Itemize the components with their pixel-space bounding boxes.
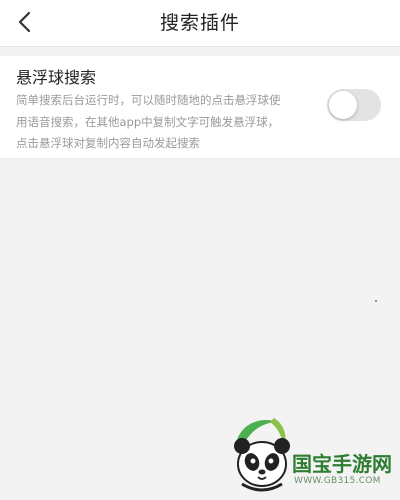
- watermark-brand: 国宝手游网: [292, 452, 392, 476]
- section-spacer: [0, 47, 400, 56]
- navigation-bar: 搜索插件: [0, 0, 400, 47]
- setting-description-line: 简单搜索后台运行时，可以随时随地的点击悬浮球使: [16, 93, 281, 107]
- floating-ball-toggle[interactable]: [327, 89, 381, 121]
- setting-description: 简单搜索后台运行时，可以随时随地的点击悬浮球使 用语音搜索，在其他app中复制文…: [16, 90, 316, 155]
- setting-description-line: 用语音搜索，在其他app中复制文字可触发悬浮球，: [16, 114, 280, 129]
- panda-logo-icon: [234, 418, 290, 492]
- toggle-knob: [329, 91, 357, 119]
- watermark: 国宝手游网 WWW.GB315.COM: [222, 414, 400, 500]
- page-title: 搜索插件: [159, 12, 240, 34]
- setting-description-line: 点击悬浮球对复制内容自动发起搜索: [16, 136, 200, 150]
- watermark-url: WWW.GB315.COM: [294, 476, 381, 486]
- setting-title: 悬浮球搜索: [16, 68, 97, 87]
- app-screen: { "header": { "back_icon": "chevron-left…: [0, 0, 400, 500]
- stray-dot: [375, 300, 377, 302]
